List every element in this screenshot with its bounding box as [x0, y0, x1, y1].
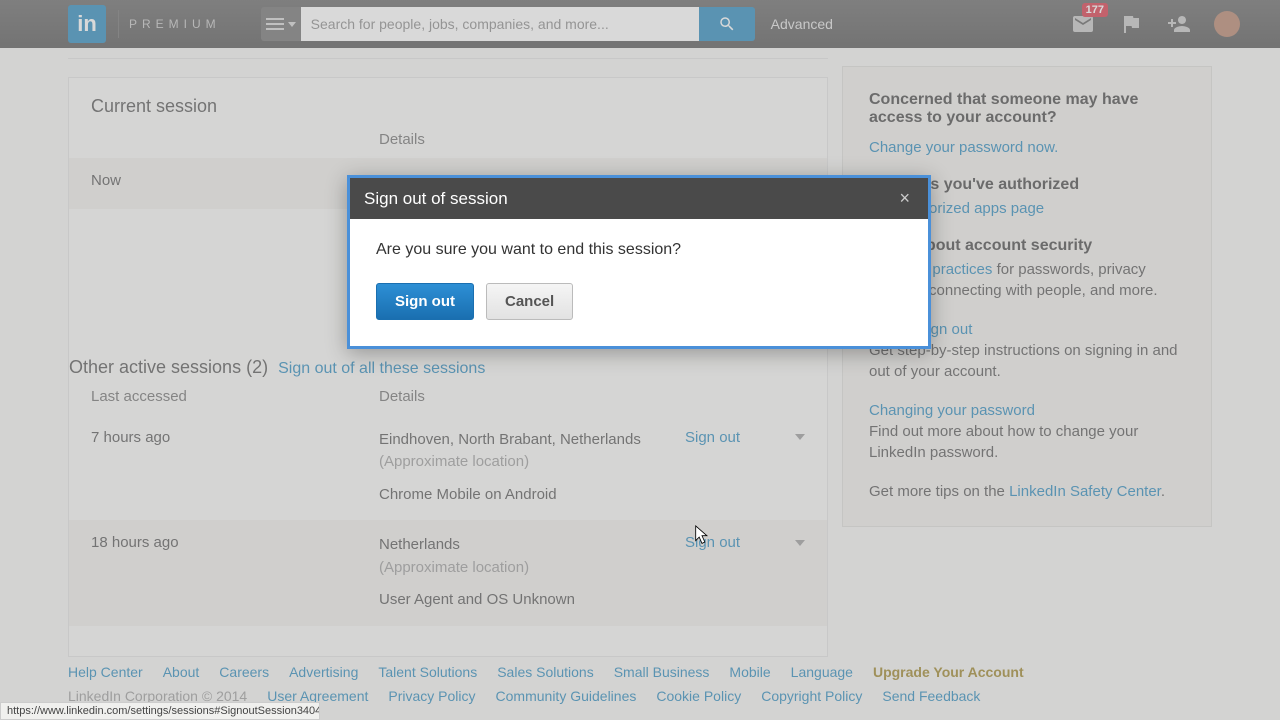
close-icon[interactable]: ×: [895, 188, 914, 209]
modal-title: Sign out of session: [364, 189, 508, 209]
status-bar-url: https://www.linkedin.com/settings/sessio…: [0, 702, 320, 720]
modal-overlay[interactable]: [0, 0, 1280, 720]
signout-button[interactable]: Sign out: [376, 283, 474, 320]
signout-modal: Sign out of session × Are you sure you w…: [347, 175, 931, 349]
cancel-button[interactable]: Cancel: [486, 283, 573, 320]
modal-body-text: Are you sure you want to end this sessio…: [350, 219, 928, 265]
